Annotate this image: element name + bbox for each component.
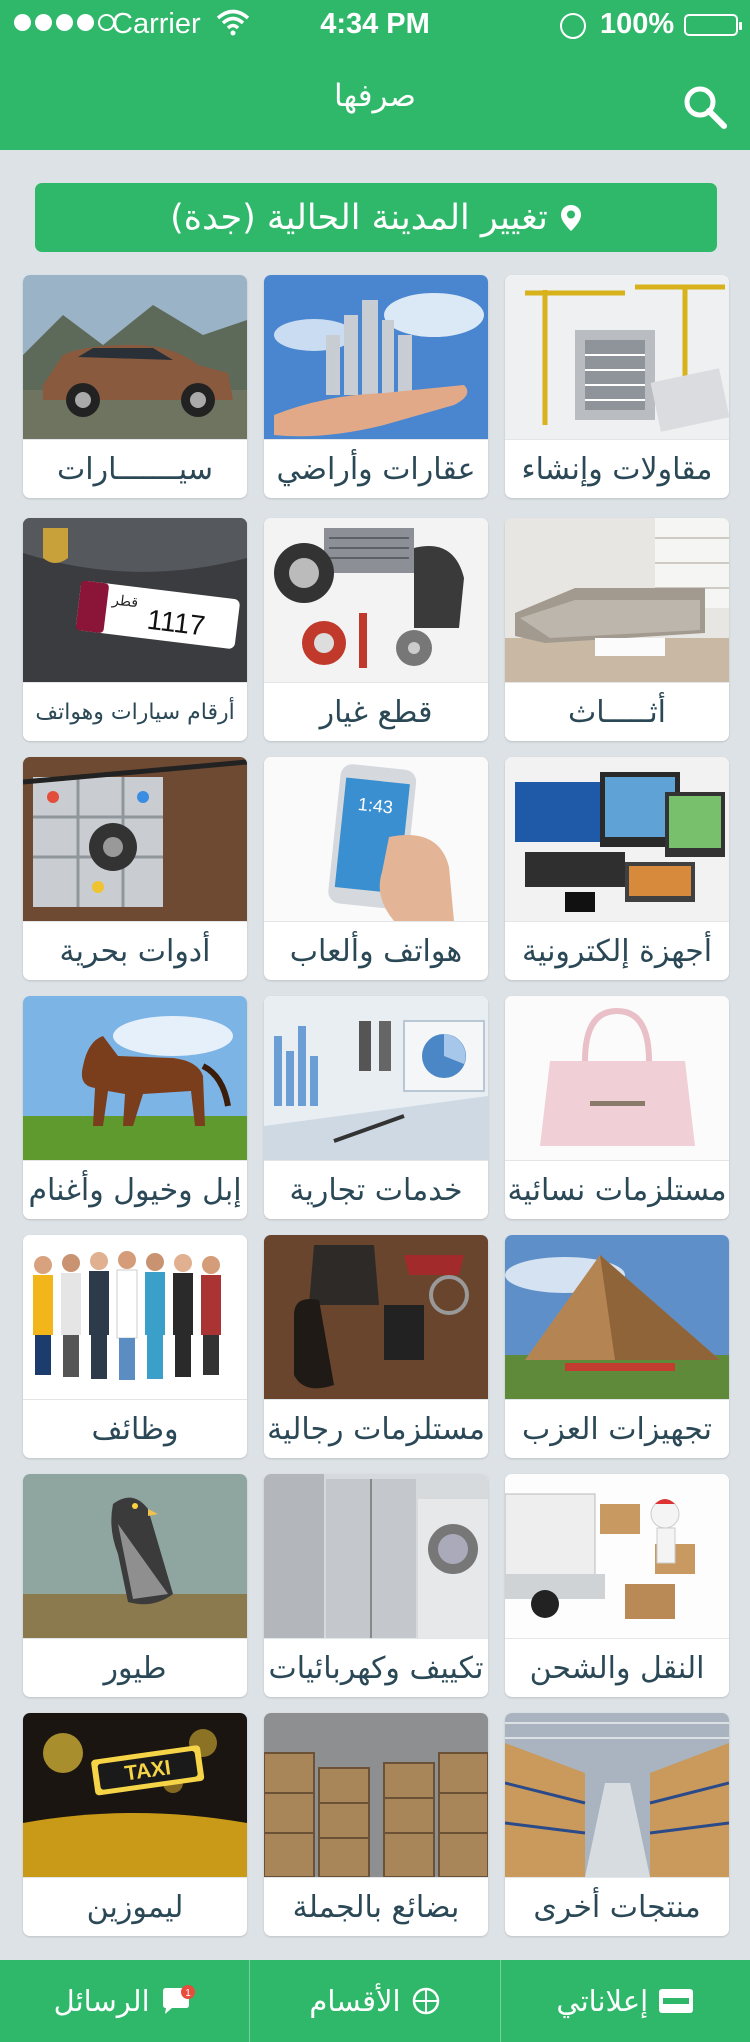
category-construction[interactable]: مقاولات وإنشاء bbox=[505, 275, 729, 498]
tab-sections-label: الأقسام bbox=[309, 1984, 401, 2018]
shipping-image bbox=[505, 1474, 729, 1638]
category-phones-games[interactable]: 1:43 هواتف وألعاب bbox=[264, 757, 488, 980]
tent-image bbox=[505, 1235, 729, 1399]
tab-sections[interactable]: الأقسام bbox=[249, 1960, 499, 2042]
category-label: هواتف وألعاب bbox=[264, 921, 488, 980]
category-label: وظائف bbox=[23, 1399, 247, 1458]
globe-icon bbox=[412, 1987, 439, 2015]
category-label: سيـــــــارات bbox=[23, 439, 247, 498]
category-label: مقاولات وإنشاء bbox=[505, 439, 729, 498]
sale-tag-icon bbox=[659, 1989, 694, 2013]
category-label: بضائع بالجملة bbox=[264, 1877, 488, 1936]
category-real-estate[interactable]: عقارات وأراضي bbox=[264, 275, 488, 498]
category-label: النقل والشحن bbox=[505, 1638, 729, 1697]
men-accessories-image bbox=[264, 1235, 488, 1399]
category-livestock[interactable]: إبل وخيول وأغنام bbox=[23, 996, 247, 1219]
category-label: عقارات وأراضي bbox=[264, 439, 488, 498]
fishing-tackle-image bbox=[23, 757, 247, 921]
category-label: أدوات بحرية bbox=[23, 921, 247, 980]
battery-icon bbox=[684, 14, 742, 36]
tab-messages[interactable]: الرسائل 1 bbox=[0, 1960, 249, 2042]
warehouse-image bbox=[505, 1713, 729, 1877]
taxi-image: TAXI bbox=[23, 1713, 247, 1877]
category-other-products[interactable]: منتجات أخرى bbox=[505, 1713, 729, 1936]
license-plate-image: قطر 1117 bbox=[23, 518, 247, 682]
real-estate-image bbox=[264, 275, 488, 439]
change-city-button[interactable]: تغيير المدينة الحالية (جدة) bbox=[35, 183, 717, 252]
bottom-tab-bar: الرسائل 1 الأقسام إعلاناتي bbox=[0, 1960, 750, 2042]
category-label: تجهيزات العزب bbox=[505, 1399, 729, 1458]
category-plates-numbers[interactable]: قطر 1117 أرقام سيارات وهواتف bbox=[23, 518, 247, 741]
category-shipping[interactable]: النقل والشحن bbox=[505, 1474, 729, 1697]
category-grid: مقاولات وإنشاء عقارات وأراضي سيـــــــار… bbox=[23, 275, 729, 1936]
phone-image: 1:43 bbox=[264, 757, 488, 921]
spare-parts-image bbox=[264, 518, 488, 682]
appliances-image bbox=[264, 1474, 488, 1638]
category-label: مستلزمات نسائية bbox=[505, 1160, 729, 1219]
construction-image bbox=[505, 275, 729, 439]
category-label: قطع غيار bbox=[264, 682, 488, 741]
category-women-supplies[interactable]: مستلزمات نسائية bbox=[505, 996, 729, 1219]
status-bar: Carrier 4:34 PM 100% bbox=[0, 0, 750, 48]
category-furniture[interactable]: أثـــــاث bbox=[505, 518, 729, 741]
category-birds[interactable]: طيور bbox=[23, 1474, 247, 1697]
category-label: تكييف وكهربائيات bbox=[264, 1638, 488, 1697]
category-camping-supplies[interactable]: تجهيزات العزب bbox=[505, 1235, 729, 1458]
plate-country: قطر bbox=[110, 592, 139, 611]
messages-badge: 1 bbox=[185, 1988, 191, 1999]
car-image bbox=[23, 275, 247, 439]
category-label: خدمات تجارية bbox=[264, 1160, 488, 1219]
electronics-image bbox=[505, 757, 729, 921]
business-services-image bbox=[264, 996, 488, 1160]
category-men-supplies[interactable]: مستلزمات رجالية bbox=[264, 1235, 488, 1458]
category-label: مستلزمات رجالية bbox=[264, 1399, 488, 1458]
page-title: صرفها bbox=[334, 78, 416, 114]
category-label: أثـــــاث bbox=[505, 682, 729, 741]
phone-screen-time: 1:43 bbox=[357, 794, 394, 818]
handbag-image bbox=[505, 996, 729, 1160]
category-label: أجهزة إلكترونية bbox=[505, 921, 729, 980]
tab-my-ads-label: إعلاناتي bbox=[556, 1984, 649, 2018]
category-label: أرقام سيارات وهواتف bbox=[23, 682, 247, 741]
horse-image bbox=[23, 996, 247, 1160]
top-bar: Carrier 4:34 PM 100% صرفها bbox=[0, 0, 750, 150]
battery-percentage: 100% bbox=[600, 8, 675, 40]
category-electronics[interactable]: أجهزة إلكترونية bbox=[505, 757, 729, 980]
tab-messages-label: الرسائل bbox=[53, 1984, 150, 2018]
change-city-label: تغيير المدينة الحالية (جدة) bbox=[170, 197, 548, 238]
category-label: إبل وخيول وأغنام bbox=[23, 1160, 247, 1219]
rotation-lock-icon bbox=[560, 13, 586, 39]
tab-my-ads[interactable]: إعلاناتي bbox=[499, 1960, 750, 2042]
category-cars[interactable]: سيـــــــارات bbox=[23, 275, 247, 498]
category-business-services[interactable]: خدمات تجارية bbox=[264, 996, 488, 1219]
category-label: ليموزين bbox=[23, 1877, 247, 1936]
category-label: طيور bbox=[23, 1638, 247, 1697]
category-spare-parts[interactable]: قطع غيار bbox=[264, 518, 488, 741]
wholesale-boxes-image bbox=[264, 1713, 488, 1877]
falcon-image bbox=[23, 1474, 247, 1638]
chat-bubble-icon: 1 bbox=[162, 1985, 195, 2014]
furniture-image bbox=[505, 518, 729, 682]
search-icon[interactable] bbox=[680, 82, 730, 132]
category-appliances[interactable]: تكييف وكهربائيات bbox=[264, 1474, 488, 1697]
category-label: منتجات أخرى bbox=[505, 1877, 729, 1936]
category-limousine[interactable]: TAXI ليموزين bbox=[23, 1713, 247, 1936]
location-pin-icon bbox=[560, 204, 581, 231]
category-marine-tools[interactable]: أدوات بحرية bbox=[23, 757, 247, 980]
jobs-image bbox=[23, 1235, 247, 1399]
category-wholesale[interactable]: بضائع بالجملة bbox=[264, 1713, 488, 1936]
category-jobs[interactable]: وظائف bbox=[23, 1235, 247, 1458]
